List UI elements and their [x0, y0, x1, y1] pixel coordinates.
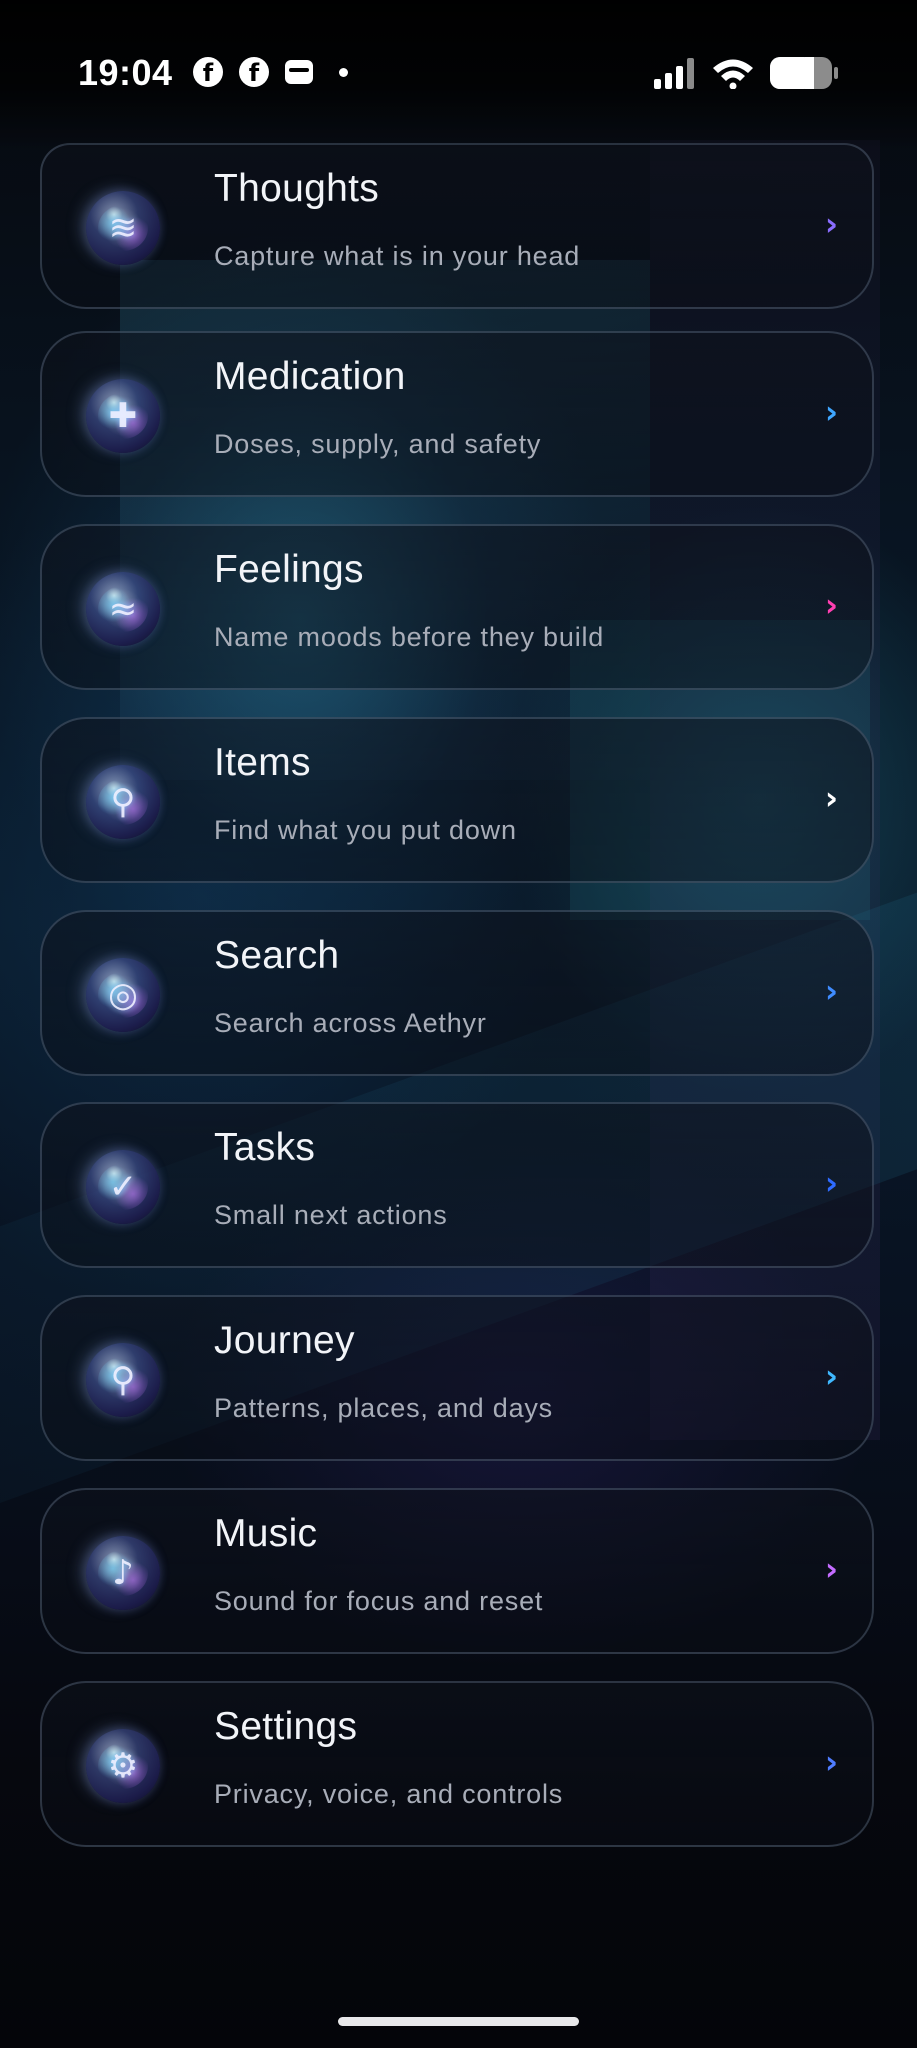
menu-item-medication[interactable]: ✚ Medication Doses, supply, and safety ›	[40, 331, 874, 497]
thoughts-orb-icon: ≋	[86, 191, 160, 265]
signal-icon	[653, 57, 697, 89]
menu-item-subtitle: Patterns, places, and days	[214, 1393, 553, 1423]
menu-item-title: Feelings	[214, 548, 364, 591]
menu-item-title: Tasks	[214, 1126, 316, 1169]
music-orb-icon: ♪	[86, 1536, 160, 1610]
menu-item-subtitle: Name moods before they build	[214, 622, 605, 652]
menu-item-title: Music	[214, 1512, 318, 1555]
chevron-right-icon: ›	[824, 393, 838, 431]
menu-item-subtitle: Search across Aethyr	[214, 1008, 487, 1038]
dot-icon	[339, 67, 348, 77]
feelings-orb-icon: ≈	[86, 572, 160, 646]
status-time: 19:04	[78, 52, 173, 93]
menu-item-subtitle: Small next actions	[214, 1200, 448, 1230]
menu-item-title: Items	[214, 741, 311, 784]
menu-item-subtitle: Sound for focus and reset	[214, 1586, 544, 1616]
menu-item-title: Thoughts	[214, 167, 380, 210]
menu-item-title: Search	[214, 934, 340, 977]
menu-item-feelings[interactable]: ≈ Feelings Name moods before they build …	[40, 524, 874, 690]
journey-orb-icon: ⚲	[86, 1343, 160, 1417]
chevron-right-icon: ›	[824, 1550, 838, 1588]
menu-item-title: Journey	[214, 1319, 355, 1362]
menu-item-subtitle: Capture what is in your head	[214, 241, 581, 271]
medication-orb-icon: ✚	[86, 379, 160, 453]
tasks-orb-icon: ✓	[86, 1150, 160, 1224]
menu-item-settings[interactable]: ⚙ Settings Privacy, voice, and controls …	[40, 1681, 874, 1847]
items-orb-icon: ⚲	[86, 765, 160, 839]
facebook-icon: f	[239, 57, 269, 87]
facebook-icon: f	[193, 57, 223, 87]
battery-icon	[769, 56, 839, 90]
menu-item-title: Medication	[214, 355, 406, 398]
chevron-right-icon: ›	[824, 972, 838, 1010]
notification-icons: f f	[193, 57, 348, 87]
menu-item-title: Settings	[214, 1705, 358, 1748]
menu-item-music[interactable]: ♪ Music Sound for focus and reset ›	[40, 1488, 874, 1654]
chevron-right-icon: ›	[824, 1743, 838, 1781]
menu-item-tasks[interactable]: ✓ Tasks Small next actions ›	[40, 1102, 874, 1268]
status-bar: 19:04 f f	[0, 0, 917, 150]
wallet-icon	[285, 60, 313, 84]
chevron-right-icon: ›	[824, 1164, 838, 1202]
menu-item-subtitle: Privacy, voice, and controls	[214, 1779, 564, 1809]
chevron-right-icon: ›	[824, 779, 838, 817]
menu-item-thoughts[interactable]: ≋ Thoughts Capture what is in your head …	[40, 143, 874, 309]
search-orb-icon: ◎	[86, 958, 160, 1032]
wifi-icon	[711, 57, 755, 89]
chevron-right-icon: ›	[824, 586, 838, 624]
menu-item-items[interactable]: ⚲ Items Find what you put down ›	[40, 717, 874, 883]
menu-item-subtitle: Find what you put down	[214, 815, 517, 845]
menu-item-search[interactable]: ◎ Search Search across Aethyr ›	[40, 910, 874, 1076]
system-icons	[653, 56, 839, 90]
menu-item-journey[interactable]: ⚲ Journey Patterns, places, and days ›	[40, 1295, 874, 1461]
settings-orb-icon: ⚙	[86, 1729, 160, 1803]
chevron-right-icon: ›	[824, 1357, 838, 1395]
home-indicator[interactable]	[338, 2017, 579, 2026]
chevron-right-icon: ›	[824, 205, 838, 243]
menu-item-subtitle: Doses, supply, and safety	[214, 429, 542, 459]
